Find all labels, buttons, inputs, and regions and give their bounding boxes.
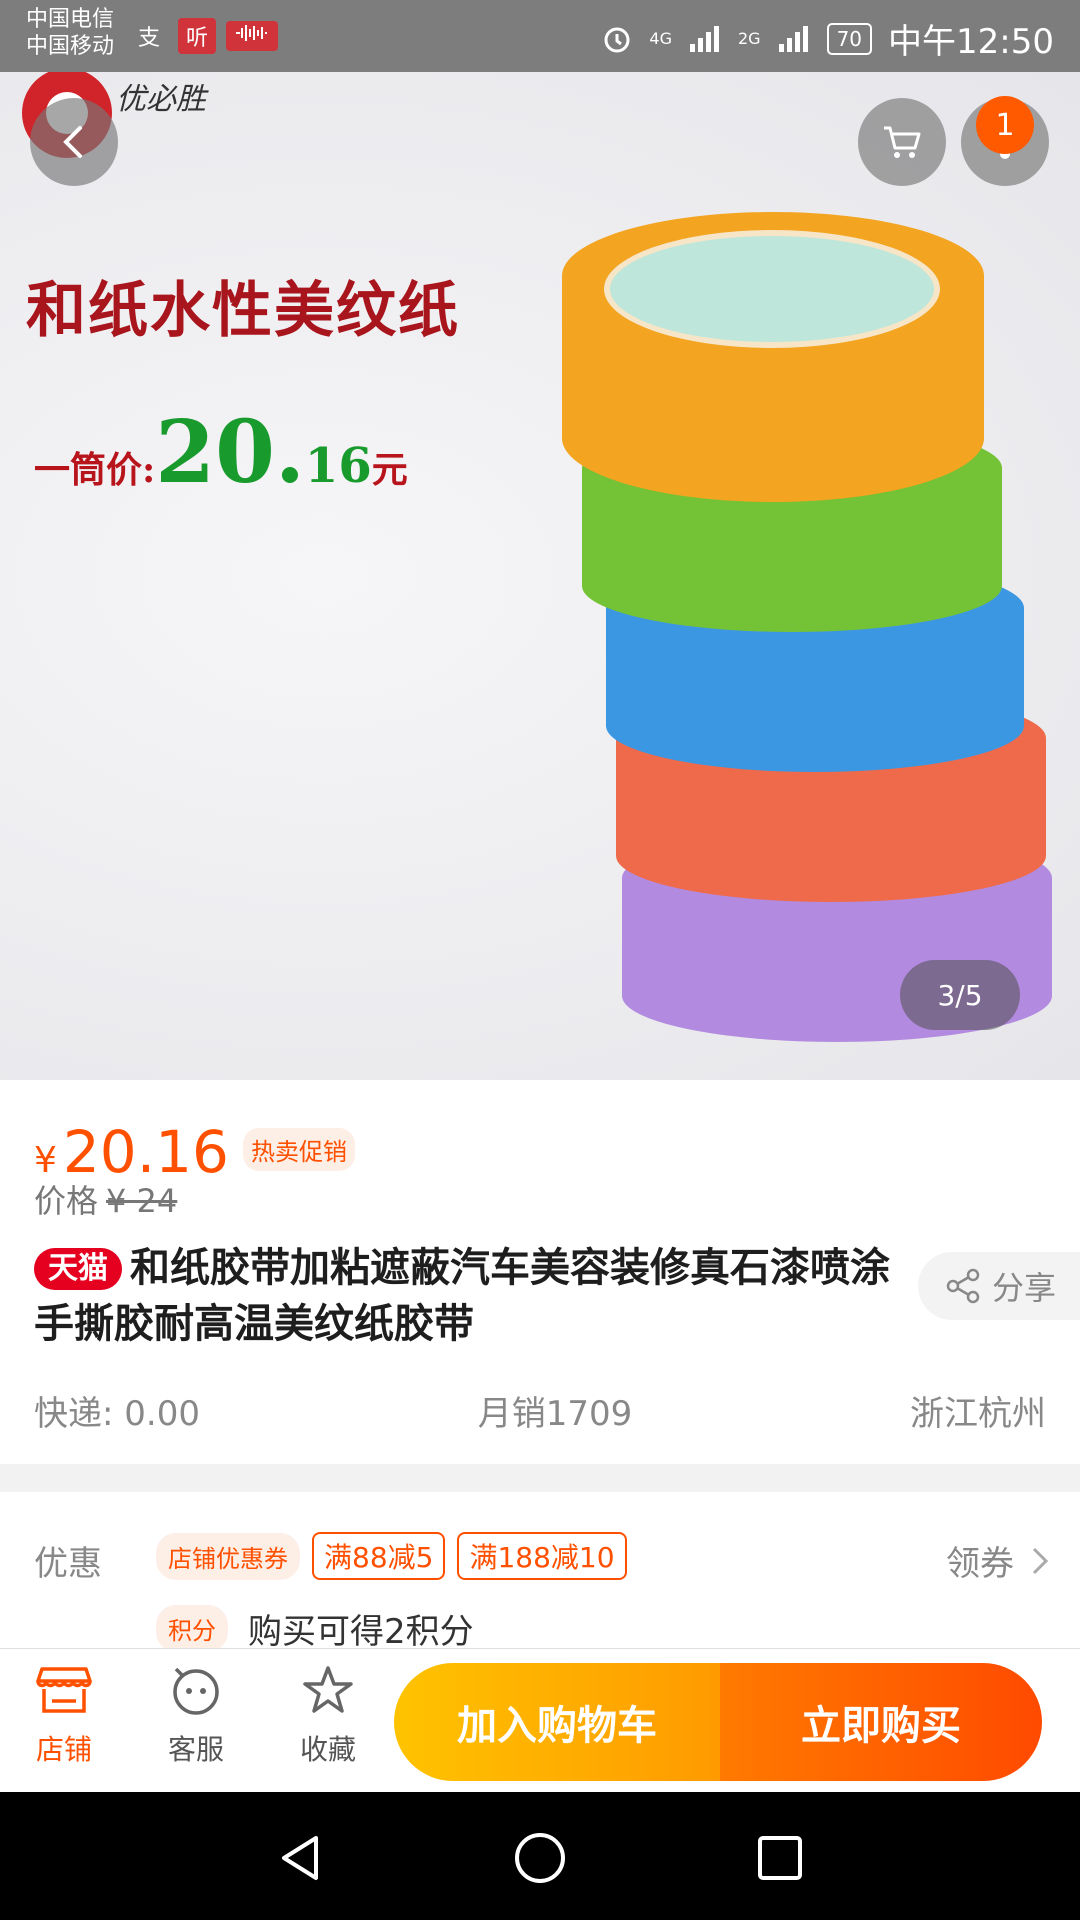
favorite-button[interactable]: 收藏 [278,1665,378,1768]
ship-location: 浙江杭州 [910,1394,1046,1434]
alarm-icon [604,27,630,52]
carrier-1: 中国电信 [26,7,115,32]
promotions-card[interactable]: 优惠 店铺优惠券 满88减5 满188减10 领券 积分 购买可得2积分 [0,1492,1080,1648]
coupon-tags: 店铺优惠券 满88减5 满188减10 [156,1532,627,1580]
image-price-dec: 16 [304,438,372,494]
image-page-indicator: 3/5 [900,960,1020,1030]
brand-name: 优必胜 [116,82,206,117]
product-info-card: ¥ 20.16 热卖促销 价格 ¥ 24 天猫 和纸胶带加粘遮蔽汽车美容装修真石漆喷… [0,1080,1080,1464]
image-headline: 和纸水性美纹纸 [26,276,460,346]
image-price-prefix: 一筒价: [34,449,156,491]
promotions-label: 优惠 [34,1544,102,1584]
nav-recents-button[interactable] [748,1826,812,1890]
bottom-action-bar: 店铺 客服 收藏 加入购物车 立即购买 [0,1648,1080,1792]
star-icon [303,1666,353,1713]
shipping-fee: 快递: 0.00 [34,1394,200,1434]
original-price-label: 价格 [34,1182,99,1220]
carrier-info: 中国电信 中国移动 [26,6,114,60]
favorite-label: 收藏 [299,1733,356,1766]
cart-button[interactable] [858,98,946,186]
coupon-88-5[interactable]: 满88减5 [312,1532,446,1580]
customer-service-button[interactable]: 客服 [146,1665,246,1768]
add-to-cart-button[interactable]: 加入购物车 [394,1663,720,1781]
circle-home-icon [515,1833,565,1883]
buy-now-button[interactable]: 立即购买 [720,1663,1042,1781]
image-price-int: 20. [155,402,305,503]
back-button[interactable] [30,98,118,186]
shopping-cart-icon [884,126,921,158]
points-row: 积分 购买可得2积分 [156,1604,474,1648]
customer-service-icon [173,1667,219,1715]
signal-icon [689,25,719,52]
tape-roll-core [604,230,940,348]
share-icon [946,1268,980,1304]
carrier-2: 中国移动 [26,34,115,59]
currency-symbol: ¥ [34,1140,57,1181]
nav-back-button[interactable] [268,1826,332,1890]
network-2-label: 2G [737,29,761,48]
original-price-row: 价格 ¥ 24 [34,1176,177,1222]
store-coupon-tag: 店铺优惠券 [156,1532,300,1580]
chevron-right-icon [1032,1547,1049,1574]
monthly-sales: 月销1709 [477,1394,633,1434]
tmall-tag: 天猫 [34,1248,122,1290]
claim-coupon-button[interactable]: 领券 [946,1536,1050,1585]
product-title-text: 和纸胶带加粘遮蔽汽车美容装修真石漆喷涂手撕胶耐高温美纹纸胶带 [34,1245,890,1347]
nav-home-button[interactable] [508,1826,572,1890]
original-price: ¥ 24 [106,1182,178,1220]
delivery-sales-location: 快递: 0.00 月销1709 浙江杭州 [34,1386,1046,1435]
store-icon [36,1667,92,1713]
notification-icons: 支 听 [130,18,279,54]
product-image-carousel[interactable]: 优必胜 和纸水性美纹纸 一筒价:20.16元 1 3/5 [0,72,1080,1080]
points-tag: 积分 [156,1605,228,1648]
square-recents-icon [758,1836,802,1880]
customer-service-label: 客服 [167,1733,224,1766]
message-count-badge: 1 [976,96,1034,154]
triangle-back-icon [282,1836,318,1880]
audio-notification-icon [226,21,279,51]
chevron-left-icon [63,126,82,158]
clock: 中午12:50 [888,22,1054,62]
image-price-unit: 元 [371,449,408,491]
alipay-notification-icon: 支 [138,26,161,51]
claim-coupon-label: 领券 [946,1544,1014,1584]
share-button[interactable]: 分享 [918,1252,1080,1320]
signal-icon-2 [778,25,808,52]
coupon-188-10[interactable]: 满188减10 [457,1532,627,1580]
status-icons: 4G 2G 70 中午12:50 [601,14,1054,63]
product-title: 天猫 和纸胶带加粘遮蔽汽车美容装修真石漆喷涂手撕胶耐高温美纹纸胶带 [34,1240,894,1352]
battery-level: 70 [826,22,873,55]
network-1-label: 4G [649,29,672,48]
store-label: 店铺 [35,1733,92,1766]
share-label: 分享 [992,1269,1057,1307]
store-button[interactable]: 店铺 [14,1665,114,1768]
system-navigation-bar [0,1792,1080,1920]
listen-notification-icon: 听 [178,18,217,54]
status-bar: 中国电信 中国移动 支 听 4G 2G 70 中午12:50 [0,0,1080,72]
promo-badge: 热卖促销 [242,1128,355,1171]
image-price-tag: 一筒价:20.16元 [34,402,408,503]
points-text: 购买可得2积分 [248,1612,474,1648]
